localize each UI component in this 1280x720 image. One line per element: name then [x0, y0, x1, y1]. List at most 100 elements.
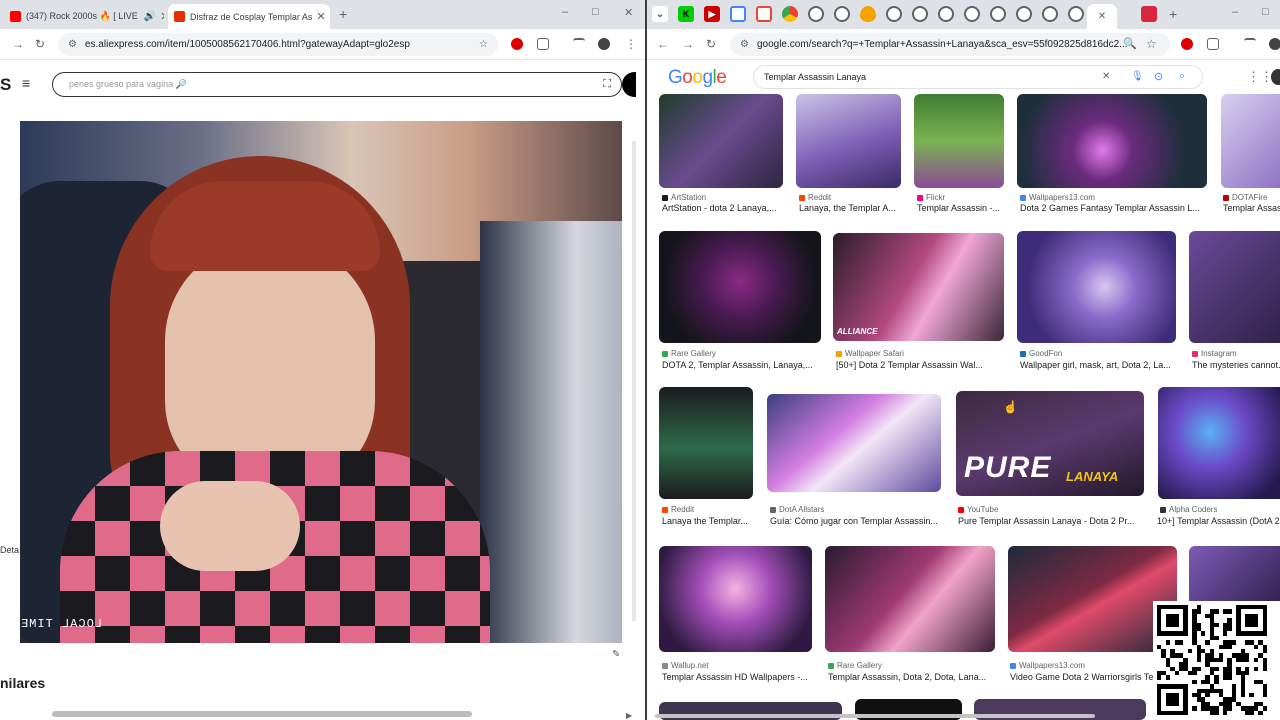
- minimize-button[interactable]: –: [562, 6, 568, 18]
- result-image[interactable]: [1017, 94, 1207, 188]
- result-image[interactable]: [1017, 231, 1176, 343]
- tab-globe-icon[interactable]: [808, 6, 824, 22]
- media-control-icon[interactable]: [573, 38, 585, 50]
- search-input[interactable]: penes grueso para vagina 🔎 ⛶: [52, 72, 622, 97]
- result-title[interactable]: Video Game Dota 2 Warriorsgirls Te...: [1010, 672, 1160, 682]
- close-tab-icon[interactable]: ✕: [156, 10, 164, 23]
- forward-icon[interactable]: →: [682, 37, 694, 51]
- result-image[interactable]: [796, 94, 901, 188]
- result-image[interactable]: [1189, 231, 1280, 343]
- search-button[interactable]: [622, 72, 636, 97]
- result-image[interactable]: [767, 394, 941, 492]
- image-search-icon[interactable]: ⛶: [603, 78, 611, 91]
- profile-avatar[interactable]: [598, 38, 610, 50]
- result-title[interactable]: DOTA 2, Templar Assassin, Lanaya,...: [662, 360, 820, 370]
- tab-globe-icon[interactable]: [834, 6, 850, 22]
- tab-aliexpress[interactable]: Disfraz de Cosplay Templar As ✕: [168, 4, 330, 29]
- active-tab-close-icon[interactable]: ✕: [1087, 4, 1117, 29]
- puzzle-extension-icon[interactable]: [537, 38, 549, 50]
- result-title[interactable]: Lanaya the Templar...: [662, 516, 752, 526]
- thumbnail-scrollbar[interactable]: [632, 141, 636, 621]
- result-image[interactable]: [1189, 546, 1280, 606]
- result-image[interactable]: PURE LANAYA: [956, 391, 1144, 496]
- result-image[interactable]: [1221, 94, 1280, 188]
- site-info-icon[interactable]: ⚙: [740, 39, 749, 50]
- edit-pencil-icon[interactable]: ✎: [612, 649, 620, 660]
- result-title[interactable]: [50+] Dota 2 Templar Assassin Wal...: [836, 360, 1004, 370]
- address-bar[interactable]: ⚙ es.aliexpress.com/item/100500856217040…: [58, 33, 498, 56]
- tab-globe-icon[interactable]: [1068, 6, 1084, 22]
- result-image[interactable]: [659, 546, 812, 652]
- tab-google-icon[interactable]: [756, 6, 772, 22]
- tab-globe-icon[interactable]: [964, 6, 980, 22]
- result-title[interactable]: Lanaya, the Templar A...: [799, 203, 901, 213]
- scroll-right-arrow-icon[interactable]: ▶: [626, 711, 632, 720]
- tab-youtube-icon[interactable]: ▶: [704, 6, 720, 22]
- result-image[interactable]: [825, 546, 995, 652]
- close-tab-icon[interactable]: ✕: [312, 10, 325, 23]
- reload-icon[interactable]: ↻: [706, 37, 716, 51]
- close-window-button[interactable]: ✕: [624, 6, 633, 19]
- result-title[interactable]: Dota 2 Games Fantasy Templar Assassin L.…: [1020, 203, 1206, 213]
- new-tab-button[interactable]: +: [1169, 6, 1177, 22]
- voice-search-icon[interactable]: 🎙: [1131, 71, 1144, 82]
- result-image[interactable]: [1158, 387, 1280, 499]
- maximize-button[interactable]: □: [1262, 6, 1269, 18]
- apps-grid-icon[interactable]: ⋮⋮: [1247, 69, 1273, 85]
- google-search-box[interactable]: Templar Assassin Lanaya ✕ 🎙 ⊙ ⌕: [753, 65, 1203, 89]
- tab-google-icon[interactable]: [730, 6, 746, 22]
- lens-search-icon[interactable]: ⊙: [1154, 70, 1163, 83]
- result-title[interactable]: Guía: Cómo jugar con Templar Assassin...: [770, 516, 938, 526]
- new-tab-button[interactable]: +: [339, 6, 347, 22]
- site-info-icon[interactable]: ⚙: [68, 39, 77, 50]
- tab-globe-icon[interactable]: [886, 6, 902, 22]
- result-title[interactable]: Templar Assas...: [1223, 203, 1280, 213]
- bookmark-star-icon[interactable]: ☆: [479, 39, 488, 50]
- zoom-icon[interactable]: 🔍: [1123, 37, 1137, 51]
- tab-red-icon[interactable]: [1141, 6, 1157, 22]
- result-title[interactable]: Pure Templar Assassin Lanaya - Dota 2 Pr…: [958, 516, 1143, 526]
- tab-globe-icon[interactable]: [912, 6, 928, 22]
- tab-chrome-icon[interactable]: [782, 6, 798, 22]
- puzzle-extension-icon[interactable]: [1207, 38, 1219, 50]
- media-control-icon[interactable]: [1244, 38, 1256, 50]
- hamburger-menu-icon[interactable]: ≡: [22, 75, 30, 91]
- tab-globe-icon[interactable]: [938, 6, 954, 22]
- result-title[interactable]: Templar Assassin, Dota 2, Dota, Lana...: [828, 672, 994, 682]
- result-title[interactable]: ArtStation - dota 2 Lanaya,...: [662, 203, 782, 213]
- maximize-button[interactable]: □: [592, 6, 599, 18]
- horizontal-scrollbar[interactable]: [52, 711, 472, 717]
- result-image[interactable]: [659, 231, 821, 343]
- result-image[interactable]: [1008, 546, 1177, 652]
- tab-flame-icon[interactable]: [860, 6, 876, 22]
- horizontal-scrollbar[interactable]: [655, 714, 1095, 718]
- tab-globe-icon[interactable]: [1016, 6, 1032, 22]
- result-image[interactable]: ALLIANCE: [833, 233, 1004, 341]
- minimize-button[interactable]: –: [1232, 6, 1238, 18]
- tab-kick-icon[interactable]: K: [678, 6, 694, 22]
- tab-globe-icon[interactable]: [990, 6, 1006, 22]
- clear-search-icon[interactable]: ✕: [1102, 71, 1110, 82]
- result-image[interactable]: [659, 94, 783, 188]
- tab-globe-icon[interactable]: [1042, 6, 1058, 22]
- result-title[interactable]: Wallpaper girl, mask, art, Dota 2, La...: [1020, 360, 1176, 370]
- result-image[interactable]: [659, 387, 753, 499]
- address-bar[interactable]: ⚙ google.com/search?q=+Templar+Assassin+…: [730, 33, 1170, 56]
- result-title[interactable]: The mysteries cannot...: [1192, 360, 1280, 370]
- menu-kebab-icon[interactable]: ⋮: [625, 37, 637, 51]
- bookmark-star-icon[interactable]: ☆: [1146, 37, 1157, 51]
- account-avatar[interactable]: [1271, 69, 1280, 85]
- opera-extension-icon[interactable]: [1181, 38, 1193, 50]
- profile-avatar[interactable]: [1269, 38, 1280, 50]
- back-icon[interactable]: ←: [657, 37, 669, 51]
- tab-search-chevron-icon[interactable]: ⌄: [652, 6, 668, 22]
- forward-icon[interactable]: →: [12, 37, 24, 51]
- search-submit-icon[interactable]: ⌕: [1179, 70, 1185, 83]
- result-title[interactable]: Templar Assassin HD Wallpapers -...: [662, 672, 812, 682]
- result-title[interactable]: 10+] Templar Assassin (DotA 2...: [1157, 516, 1280, 526]
- speaker-icon[interactable]: 🔊: [144, 11, 156, 22]
- opera-extension-icon[interactable]: [511, 38, 523, 50]
- google-logo[interactable]: Google: [668, 67, 727, 89]
- reload-icon[interactable]: ↻: [35, 37, 45, 51]
- tab-youtube-rock[interactable]: (347) Rock 2000s 🔥 [ LIVE 🔊 ✕: [4, 4, 164, 29]
